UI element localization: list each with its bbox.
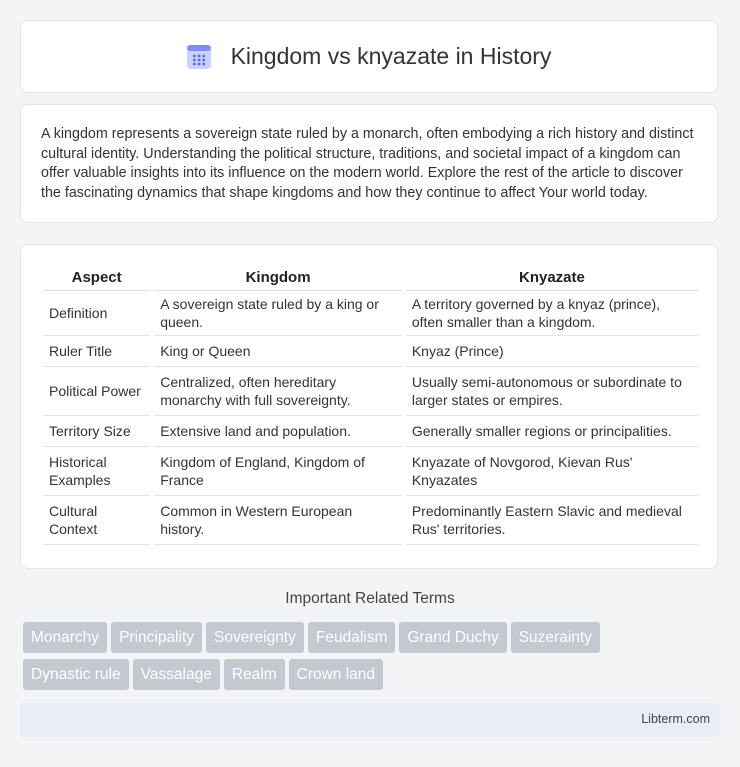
tag-dynastic-rule[interactable]: Dynastic rule	[23, 659, 129, 690]
table-cell: Predominantly Eastern Slavic and medieva…	[405, 496, 698, 545]
tag-vassalage[interactable]: Vassalage	[132, 659, 220, 690]
table-cell: Knyaz (Prince)	[405, 336, 698, 367]
table-cell: A sovereign state ruled by a king or que…	[154, 291, 402, 336]
table-cell: Political Power	[43, 367, 151, 416]
related-terms-title: Important Related Terms	[285, 590, 455, 607]
comparison-table: Aspect Kingdom Knyazate Definition A sov…	[43, 267, 698, 545]
tag-crown-land[interactable]: Crown land	[288, 659, 384, 690]
table-cell: Extensive land and population.	[154, 416, 402, 447]
page-title: Kingdom vs knyazate in History	[230, 43, 552, 69]
table-cell: Historical Examples	[43, 447, 151, 496]
calendar-grid-icon	[186, 44, 211, 69]
table-row: Definition A sovereign state ruled by a …	[43, 291, 698, 336]
table-cell: Usually semi-autonomous or subordinate t…	[405, 367, 698, 416]
footer-site-link[interactable]: Libterm.com	[641, 712, 710, 726]
column-header: Kingdom	[154, 267, 402, 291]
table-cell: A territory governed by a knyaz (prince)…	[405, 291, 698, 336]
table-header-row: Aspect Kingdom Knyazate	[43, 267, 698, 291]
tag-suzerainty[interactable]: Suzerainty	[510, 622, 600, 653]
table-cell: Knyazate of Novgorod, Kievan Rus' Knyaza…	[405, 447, 698, 496]
comparison-table-card: Aspect Kingdom Knyazate Definition A sov…	[20, 244, 718, 569]
intro-paragraph: A kingdom represents a sovereign state r…	[20, 104, 718, 223]
table-cell: Ruler Title	[43, 336, 151, 367]
table-cell: Centralized, often hereditary monarchy w…	[154, 367, 402, 416]
related-terms-list: Monarchy Principality Sovereignty Feudalism…	[23, 622, 723, 696]
table-cell: Territory Size	[43, 416, 151, 447]
footer: Libterm.com	[20, 703, 720, 737]
table-cell: King or Queen	[154, 336, 402, 367]
table-cell: Cultural Context	[43, 496, 151, 545]
table-row: Cultural Context Common in Western Europ…	[43, 496, 698, 545]
tag-feudalism[interactable]: Feudalism	[307, 622, 396, 653]
column-header: Knyazate	[405, 267, 698, 291]
tag-grand-duchy[interactable]: Grand Duchy	[399, 622, 507, 653]
table-cell: Kingdom of England, Kingdom of France	[154, 447, 402, 496]
table-cell: Common in Western European history.	[154, 496, 402, 545]
tag-principality[interactable]: Principality	[111, 622, 203, 653]
table-row: Historical Examples Kingdom of England, …	[43, 447, 698, 496]
table-row: Political Power Centralized, often hered…	[43, 367, 698, 416]
tag-sovereignty[interactable]: Sovereignty	[206, 622, 304, 653]
table-cell: Definition	[43, 291, 151, 336]
tag-realm[interactable]: Realm	[223, 659, 285, 690]
table-row: Ruler Title King or Queen Knyaz (Prince)	[43, 336, 698, 367]
table-cell: Generally smaller regions or principalit…	[405, 416, 698, 447]
tag-monarchy[interactable]: Monarchy	[23, 622, 108, 653]
table-row: Territory Size Extensive land and popula…	[43, 416, 698, 447]
page-header: Kingdom vs knyazate in History	[20, 20, 718, 93]
column-header: Aspect	[43, 267, 151, 291]
